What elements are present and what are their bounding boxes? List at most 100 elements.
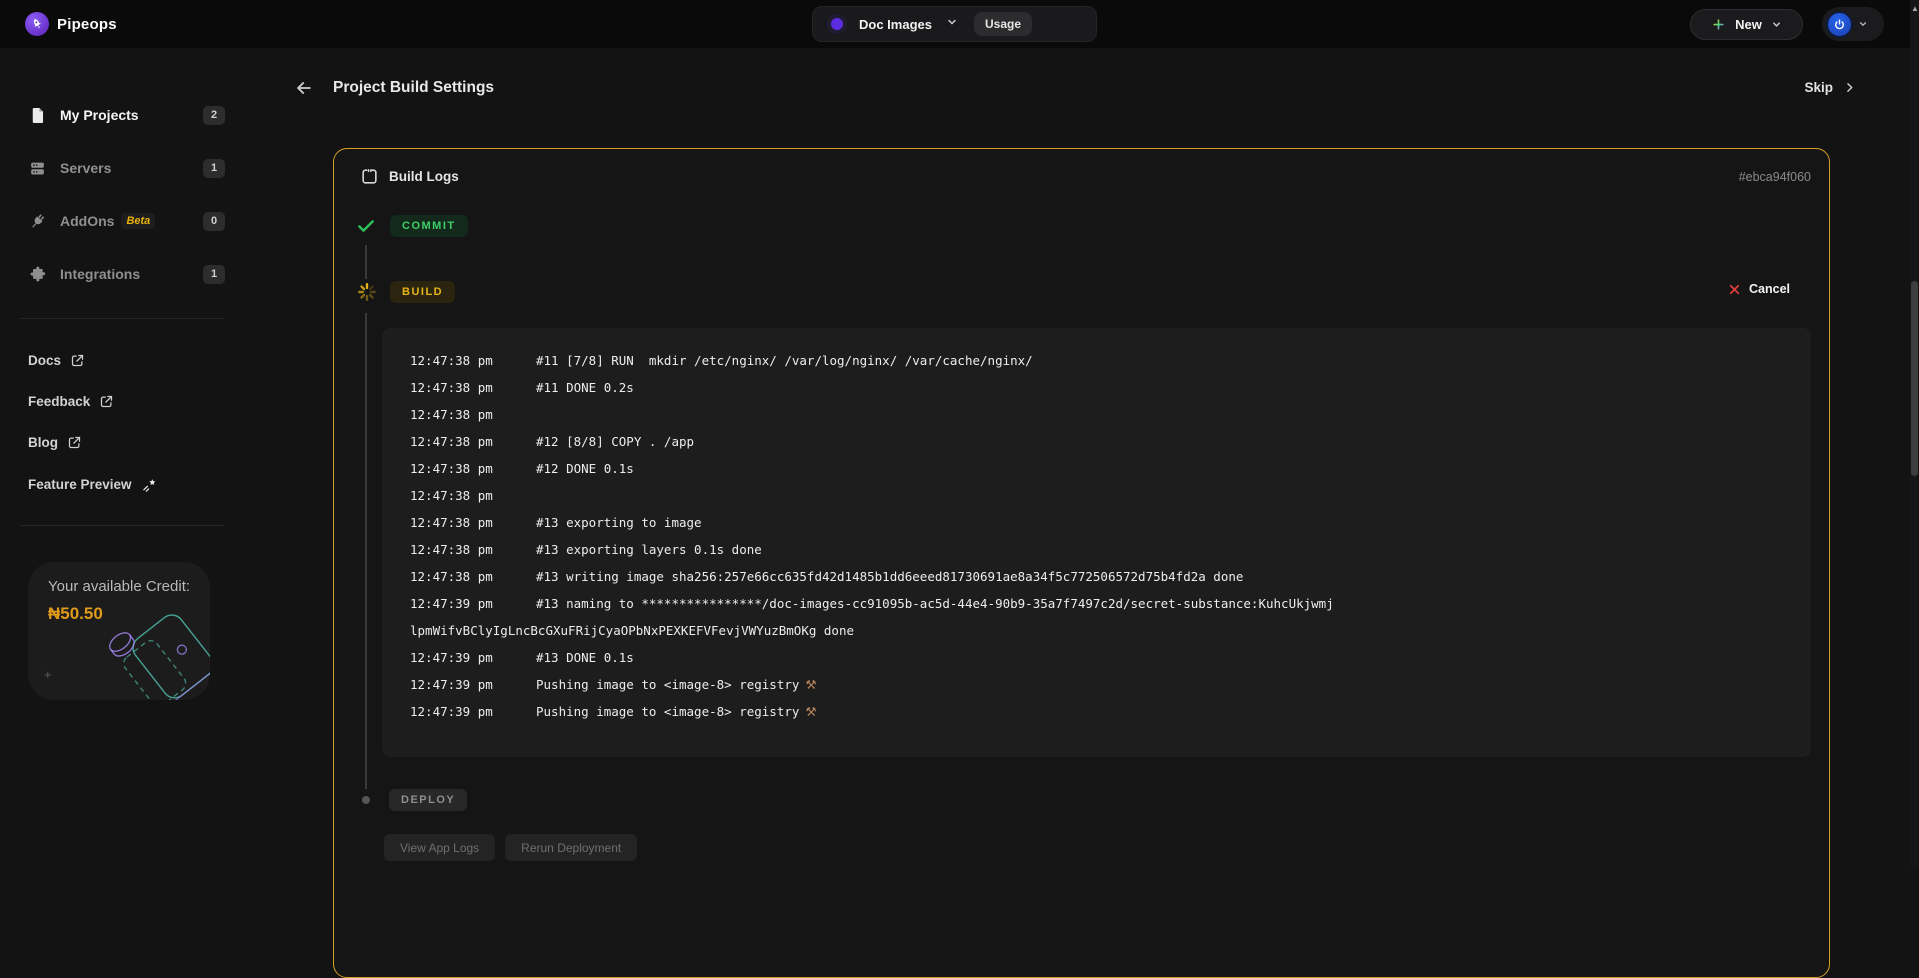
link-label: Feature Preview bbox=[28, 477, 132, 492]
log-message: #12 [8/8] COPY . /app bbox=[536, 434, 694, 449]
sidebar-link-blog[interactable]: Blog bbox=[28, 435, 82, 450]
log-timestamp: 12:47:38 pm bbox=[410, 455, 536, 482]
build-logs-icon bbox=[360, 167, 379, 186]
cancel-button[interactable]: Cancel bbox=[1728, 282, 1790, 296]
count-badge: 0 bbox=[203, 212, 225, 231]
hammer-pick-icon: ⚒ bbox=[805, 704, 816, 719]
plug-icon bbox=[28, 212, 50, 231]
log-line: 12:47:38 pm#12 [8/8] COPY . /app bbox=[410, 428, 1783, 455]
build-log-terminal[interactable]: 12:47:38 pm#11 [7/8] RUN mkdir /etc/ngin… bbox=[382, 328, 1811, 757]
log-message: #13 writing image sha256:257e66cc635fd42… bbox=[536, 569, 1243, 584]
log-timestamp: 12:47:38 pm bbox=[410, 482, 536, 509]
chevron-down-icon[interactable] bbox=[946, 15, 958, 33]
log-line: lpmWifvBClyIgLncBcGXuFRijCyaOPbNxPEXKEFV… bbox=[410, 617, 1783, 644]
usage-button[interactable]: Usage bbox=[974, 12, 1032, 36]
log-timestamp: 12:47:39 pm bbox=[410, 698, 536, 725]
log-line: 12:47:39 pmPushing image to <image-8> re… bbox=[410, 671, 1783, 698]
sidebar-link-docs[interactable]: Docs bbox=[28, 353, 85, 368]
external-link-icon bbox=[67, 435, 82, 450]
new-button-label: New bbox=[1735, 17, 1762, 32]
credit-card: Your available Credit: ₦50.50 + bbox=[28, 562, 210, 700]
log-message: Pushing image to <image-8> registry bbox=[536, 677, 799, 692]
avatar bbox=[1826, 11, 1853, 38]
log-message: Pushing image to <image-8> registry bbox=[536, 704, 799, 719]
log-timestamp: 12:47:38 pm bbox=[410, 563, 536, 590]
log-timestamp: 12:47:38 pm bbox=[410, 374, 536, 401]
brand-name: Pipeops bbox=[57, 16, 117, 33]
external-link-icon bbox=[70, 353, 85, 368]
sidebar-item-integrations[interactable]: Integrations 1 bbox=[0, 257, 240, 291]
beta-badge: Beta bbox=[121, 213, 155, 229]
main-content: Project Build Settings Skip Build Logs #… bbox=[240, 48, 1919, 867]
log-message: lpmWifvBClyIgLncBcGXuFRijCyaOPbNxPEXKEFV… bbox=[410, 623, 854, 638]
topbar: Pipeops Doc Images Usage New bbox=[0, 0, 1919, 48]
stage-build: BUILD bbox=[356, 281, 455, 303]
sidebar-item-label: Integrations bbox=[60, 266, 140, 282]
log-message: #11 [7/8] RUN mkdir /etc/nginx/ /var/log… bbox=[536, 353, 1033, 368]
wallet-illustration bbox=[104, 596, 210, 700]
build-id: #ebca94f060 bbox=[1739, 170, 1811, 184]
log-timestamp: 12:47:38 pm bbox=[410, 347, 536, 374]
rerun-deployment-button[interactable]: Rerun Deployment bbox=[505, 834, 637, 861]
stage-deploy: DEPLOY bbox=[389, 789, 467, 811]
log-line: 12:47:39 pm#13 naming to ***************… bbox=[410, 590, 1783, 617]
sidebar-item-label: Servers bbox=[60, 160, 111, 176]
skip-button[interactable]: Skip bbox=[1804, 80, 1856, 95]
stage-connector bbox=[365, 245, 367, 279]
log-line: 12:47:38 pm#11 DONE 0.2s bbox=[410, 374, 1783, 401]
brand-logo[interactable]: Pipeops bbox=[25, 12, 117, 36]
sidebar: My Projects 2 Servers 1 AddOns Beta 0 In… bbox=[0, 48, 240, 867]
page-title: Project Build Settings bbox=[333, 79, 494, 97]
file-icon bbox=[28, 106, 50, 125]
stage-commit: COMMIT bbox=[356, 215, 468, 237]
log-timestamp: 12:47:38 pm bbox=[410, 536, 536, 563]
shooting-star-icon bbox=[141, 476, 158, 493]
stage-connector bbox=[365, 313, 367, 789]
count-badge: 1 bbox=[203, 265, 225, 284]
link-label: Blog bbox=[28, 435, 58, 450]
plus-icon bbox=[1711, 17, 1726, 32]
log-line: 12:47:38 pm#13 writing image sha256:257e… bbox=[410, 563, 1783, 590]
new-button[interactable]: New bbox=[1690, 9, 1803, 40]
close-icon bbox=[1728, 283, 1741, 296]
log-message: #12 DONE 0.1s bbox=[536, 461, 634, 476]
project-selector[interactable]: Doc Images Usage bbox=[812, 6, 1097, 42]
sidebar-item-label: AddOns bbox=[60, 213, 114, 229]
sparkle-icon: + bbox=[44, 667, 52, 682]
sidebar-item-servers[interactable]: Servers 1 bbox=[0, 151, 240, 185]
log-timestamp: 12:47:38 pm bbox=[410, 401, 536, 428]
cancel-label: Cancel bbox=[1749, 282, 1790, 296]
panel-actions: View App Logs Rerun Deployment bbox=[384, 834, 637, 861]
log-timestamp: 12:47:39 pm bbox=[410, 644, 536, 671]
chevron-right-icon bbox=[1843, 81, 1856, 94]
deploy-badge: DEPLOY bbox=[389, 789, 467, 811]
panel-header: Build Logs #ebca94f060 bbox=[360, 167, 1811, 186]
count-badge: 2 bbox=[203, 106, 225, 125]
view-app-logs-button[interactable]: View App Logs bbox=[384, 834, 495, 861]
sidebar-link-feedback[interactable]: Feedback bbox=[28, 394, 114, 409]
page-scrollbar[interactable]: ▲ bbox=[1910, 0, 1919, 867]
project-status-dot bbox=[831, 18, 843, 30]
account-menu[interactable] bbox=[1822, 7, 1884, 41]
build-badge: BUILD bbox=[390, 281, 455, 303]
sidebar-item-my-projects[interactable]: My Projects 2 bbox=[0, 98, 240, 132]
log-timestamp: 12:47:38 pm bbox=[410, 428, 536, 455]
rocket-icon bbox=[25, 12, 49, 36]
log-line: 12:47:38 pm#11 [7/8] RUN mkdir /etc/ngin… bbox=[410, 347, 1783, 374]
log-message: #13 exporting layers 0.1s done bbox=[536, 542, 762, 557]
project-selector-value: Doc Images bbox=[859, 17, 932, 32]
log-message: #11 DONE 0.2s bbox=[536, 380, 634, 395]
chevron-down-icon bbox=[1858, 19, 1868, 29]
log-line: 12:47:38 pm#12 DONE 0.1s bbox=[410, 455, 1783, 482]
scroll-up-arrow[interactable]: ▲ bbox=[1911, 4, 1918, 14]
hammer-pick-icon: ⚒ bbox=[805, 677, 816, 692]
back-arrow-icon[interactable] bbox=[294, 78, 314, 103]
scrollbar-thumb[interactable] bbox=[1911, 281, 1918, 476]
log-line: 12:47:38 pm#13 exporting layers 0.1s don… bbox=[410, 536, 1783, 563]
log-line: 12:47:38 pm bbox=[410, 401, 1783, 428]
sidebar-item-addons[interactable]: AddOns Beta 0 bbox=[0, 204, 240, 238]
sidebar-link-feature-preview[interactable]: Feature Preview bbox=[28, 476, 158, 493]
credit-title: Your available Credit: bbox=[48, 578, 190, 595]
check-icon bbox=[356, 216, 376, 236]
page-header: Project Build Settings Skip bbox=[240, 70, 1919, 106]
